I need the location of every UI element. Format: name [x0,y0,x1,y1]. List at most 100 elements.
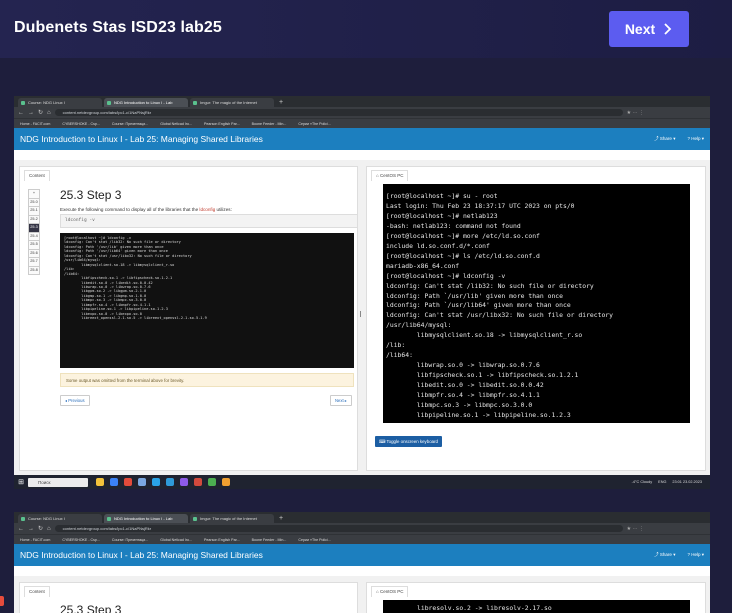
chrome-icon[interactable] [208,478,216,486]
browser-tab[interactable]: Course: NDG Linux I [18,98,102,107]
browser-tab[interactable]: NDG Introduction to Linux I - Lab [104,514,188,523]
top-bar: Dubenets Stas ISD23 lab25 Next [0,0,732,58]
bookmark-item[interactable]: Home - FACIT.com [20,538,50,542]
address-bar-row: ← → ↻ ⌂ content.netdevgroup.com/labs/lpc… [14,523,710,534]
step-nav-item[interactable]: 25.8 [28,265,40,275]
home-icon[interactable]: ⌂ [47,110,51,116]
url-field[interactable]: content.netdevgroup.com/labs/lpc1-c/1NaP… [54,109,623,116]
help-menu[interactable]: ? Help ▾ [687,552,704,558]
telegram-icon[interactable] [152,478,160,486]
terminal-screen[interactable]: [root@localhost ~]# su - root Last login… [383,184,690,423]
home-icon[interactable]: ⌂ [47,526,51,532]
chevron-right-icon [664,23,672,35]
app-icon[interactable] [180,478,188,486]
browser-tab[interactable]: Course: NDG Linux I [18,514,102,523]
browser-tab[interactable]: NDG Introduction to Linux I - Lab [104,98,188,107]
content-panel: Content + 25.0 25.1 25.2 25.3 25.4 25.5 … [19,166,358,471]
lab-header: NDG Introduction to Linux I - Lab 25: Ma… [14,544,710,566]
tab-content[interactable]: Content [24,586,50,597]
bookmark-item[interactable]: Global Netlcad Iro... [160,122,192,126]
browser-tab[interactable]: Imgur: The magic of the Internet [190,514,274,523]
app-icon[interactable] [138,478,146,486]
page-title: Dubenets Stas ISD23 lab25 [14,19,222,36]
step-instruction: Execute the following command to display… [60,207,232,212]
lab-content-area: Content + 25.0 25.1 25.2 25.3 25.4 25.5 … [14,160,710,475]
content-panel: Content 25.3 Step 3 [19,582,358,613]
taskbar-search[interactable]: Поиск [28,477,88,487]
new-tab-icon[interactable]: + [276,98,283,107]
browser-tabbar: Course: NDG Linux I NDG Introduction to … [14,96,710,107]
bookmarks-bar: Home - FACIT.com CYBERSHOKE - Csp... Cou… [14,534,710,544]
new-tab-icon[interactable]: + [276,514,283,523]
language-indicator[interactable]: ENG [658,480,666,484]
previous-button[interactable]: ◂ Previous [60,395,90,406]
screenshot-image: Course: NDG Linux I NDG Introduction to … [14,96,710,489]
back-icon[interactable]: ← [18,526,24,532]
bookmark-item[interactable]: Серии «The Polici... [298,122,330,126]
windows-taskbar: ⊞ Поиск -4°C Cloudy ENG 23:01 23.02.2023 [14,475,710,489]
browser-tabbar: Course: NDG Linux I NDG Introduction to … [14,512,710,523]
bookmark-item[interactable]: Course: Презентаци... [112,122,148,126]
reload-icon[interactable]: ↻ [38,525,43,532]
lab-title: NDG Introduction to Linux I - Lab 25: Ma… [20,134,263,144]
step-title: 25.3 Step 3 [60,188,122,202]
bookmark-item[interactable]: Boone Feeder - Min... [252,538,287,542]
edge-marker [0,596,4,606]
bookmark-item[interactable]: Global Netlcad Iro... [160,538,192,542]
note-box: Some output was omitted from the termina… [60,373,354,387]
lab-content-area: Content 25.3 Step 3 ⌂ CentOS PC libresol… [14,576,710,613]
bookmark-item[interactable]: CYBERSHOKE - Csp... [62,122,100,126]
address-bar-row: ← → ↻ ⌂ content.netdevgroup.com/labs/lpc… [14,107,710,118]
lab-title: NDG Introduction to Linux I - Lab 25: Ma… [20,550,263,560]
share-menu[interactable]: ⤴ Share ▾ [654,136,675,142]
lab-header: NDG Introduction to Linux I - Lab 25: Ma… [14,128,710,150]
example-output: [root@localhost ~]# ldconfig -v ldconfig… [60,233,354,368]
windows-start-icon[interactable]: ⊞ [14,478,28,486]
panel-splitter[interactable] [358,166,364,471]
clock[interactable]: 23:01 23.02.2023 [672,480,702,484]
app-icon[interactable] [194,478,202,486]
steam-icon[interactable] [166,478,174,486]
bookmark-item[interactable]: Серии «The Polici... [298,538,330,542]
tab-centos-pc[interactable]: ⌂ CentOS PC [371,170,409,181]
bookmark-item[interactable]: Home - FACIT.com [20,122,50,126]
app-icon[interactable] [124,478,132,486]
next-button-label: Next [624,21,656,37]
back-icon[interactable]: ← [18,110,24,116]
lab-header-actions: ⤴ Share ▾ ? Help ▾ [654,552,704,558]
url-field[interactable]: content.netdevgroup.com/labs/lpc1-c/1NaP… [54,525,623,532]
bookmark-item[interactable]: CYBERSHOKE - Csp... [62,538,100,542]
reload-icon[interactable]: ↻ [38,109,43,116]
system-tray: -4°C Cloudy ENG 23:01 23.02.2023 [632,480,710,484]
terminal-panel: ⌂ CentOS PC libresolv.so.2 -> libresolv-… [366,582,706,613]
bookmark-item[interactable]: Course: Презентаци... [112,538,148,542]
terminal-screen[interactable]: libresolv.so.2 -> libresolv-2.17.so [383,600,690,613]
extensions-icon[interactable]: ★ ⋯ ⋮ [627,110,644,116]
lab-header-actions: ⤴ Share ▾ ? Help ▾ [654,136,704,142]
forward-icon[interactable]: → [28,526,34,532]
next-step-button[interactable]: Next ▸ [330,395,352,406]
edge-icon[interactable] [110,478,118,486]
step-title: 25.3 Step 3 [60,603,122,613]
inline-command: ldconfig [199,207,216,212]
bookmarks-bar: Home - FACIT.com CYBERSHOKE - Csp... Cou… [14,118,710,128]
weather-status[interactable]: -4°C Cloudy [632,480,653,484]
next-button[interactable]: Next [609,11,689,47]
extensions-icon[interactable]: ★ ⋯ ⋮ [627,526,644,532]
tab-content[interactable]: Content [24,170,50,181]
share-menu[interactable]: ⤴ Share ▾ [654,552,675,558]
explorer-icon[interactable] [96,478,104,486]
bookmark-item[interactable]: Pearson English Par... [204,122,240,126]
browser-tab[interactable]: Imgur: The magic of the Internet [190,98,274,107]
bookmark-item[interactable]: Boone Feeder - Min... [252,122,287,126]
tab-centos-pc[interactable]: ⌂ CentOS PC [371,586,409,597]
terminal-panel: ⌂ CentOS PC [root@localhost ~]# su - roo… [366,166,706,471]
bookmark-item[interactable]: Pearson English Par... [204,538,240,542]
app-icon[interactable] [222,478,230,486]
command-box[interactable]: ldconfig -v [60,214,358,228]
screenshot-image: Course: NDG Linux I NDG Introduction to … [14,512,710,613]
help-menu[interactable]: ? Help ▾ [687,136,704,142]
toggle-keyboard-button[interactable]: ⌨ Toggle onscreen keyboard [375,436,442,447]
forward-icon[interactable]: → [28,110,34,116]
step-navigator: + 25.0 25.1 25.2 25.3 25.4 25.5 25.6 25.… [28,189,40,275]
